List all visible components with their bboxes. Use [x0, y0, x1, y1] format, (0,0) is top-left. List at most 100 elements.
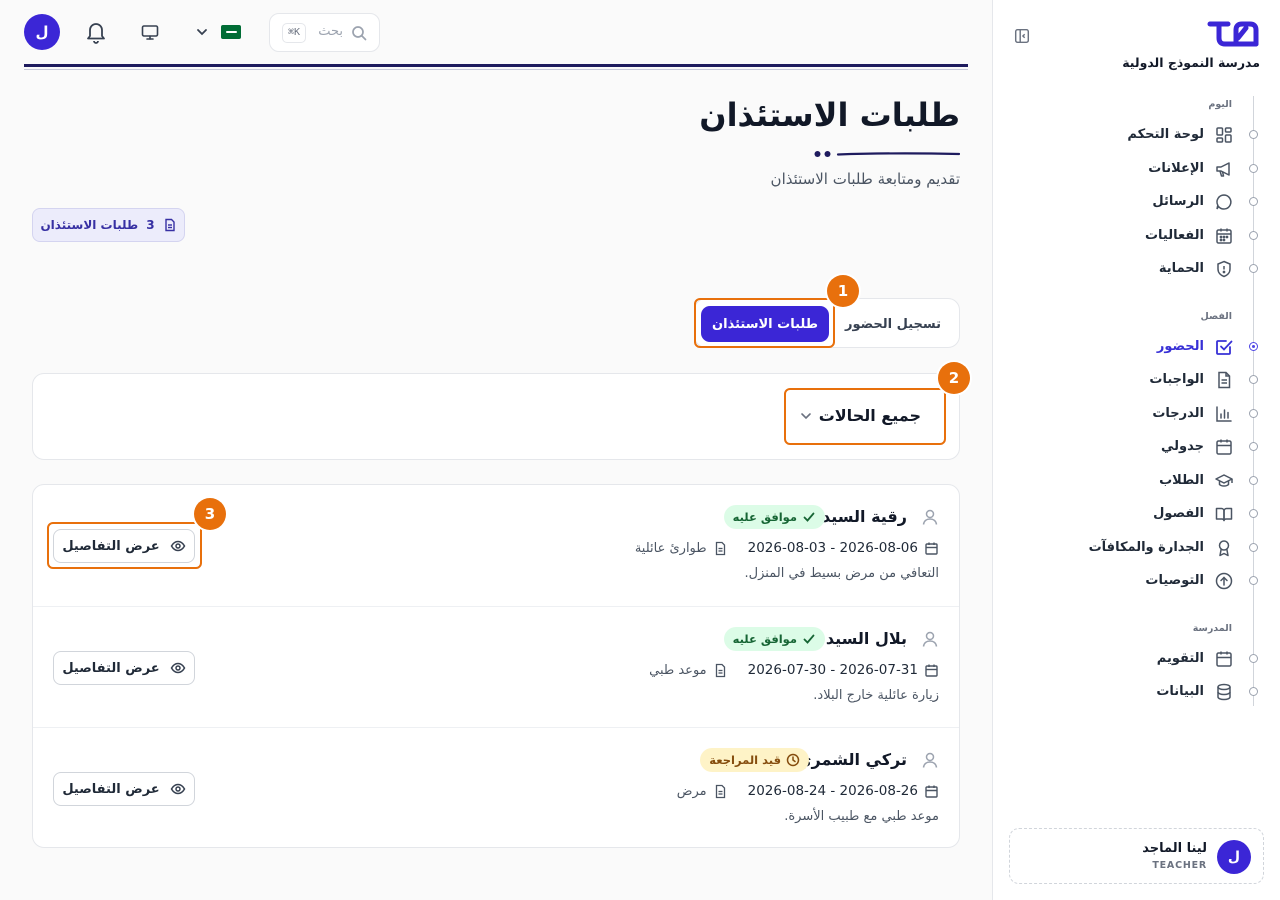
title-underline-decoration	[814, 149, 960, 159]
document-icon	[715, 541, 725, 555]
nav-dot	[1249, 476, 1258, 485]
graduation-cap-icon	[1214, 471, 1234, 491]
sidebar: مدرسة النموذج الدولية اليوم لوحة التحكم …	[992, 0, 1280, 900]
document-icon	[715, 663, 725, 677]
tab-permission-requests[interactable]: طلبات الاستئذان	[701, 306, 829, 342]
sidebar-item-attendance[interactable]: الحضور	[992, 331, 1280, 363]
student-name: بلال السيد	[825, 629, 907, 648]
monitor-icon[interactable]	[140, 22, 160, 42]
view-tabs: تسجيل الحضور طلبات الاستئذان	[694, 298, 960, 348]
request-type: طوارئ عائلية	[634, 540, 707, 556]
nav-dot	[1249, 654, 1258, 663]
permission-requests-list: رقية السيد موافق عليه 2026-08-03 - 2026-…	[32, 484, 960, 848]
eye-icon	[170, 540, 186, 552]
section-label-class: الفصل	[1200, 311, 1232, 322]
search-input[interactable]: بحث K⌘	[269, 13, 380, 52]
sidebar-item-announcements[interactable]: الإعلانات	[992, 153, 1280, 185]
sidebar-item-label: الدرجات	[1152, 406, 1204, 421]
sidebar-item-messages[interactable]: الرسائل	[992, 186, 1280, 218]
calendar-icon	[1214, 437, 1234, 457]
status-filter-value: جميع الحالات	[818, 406, 921, 425]
check-icon	[803, 634, 815, 644]
language-switcher[interactable]	[195, 20, 245, 44]
sidebar-item-label: التوصيات	[1145, 573, 1204, 588]
profile-avatar-button[interactable]: ل	[24, 14, 60, 50]
view-details-button[interactable]: عرض التفاصيل	[53, 772, 195, 806]
sidebar-item-events[interactable]: الفعاليات	[992, 220, 1280, 252]
user-icon	[921, 630, 939, 648]
calendar-icon	[925, 664, 938, 677]
school-logo[interactable]	[1206, 16, 1260, 50]
sidebar-item-label: الفصول	[1153, 506, 1204, 521]
status-badge-label: موافق عليه	[732, 510, 797, 524]
nav-dot	[1249, 375, 1258, 384]
sidebar-item-label: الجدارة والمكافآت	[1088, 540, 1204, 555]
sidebar-item-students[interactable]: الطلاب	[992, 465, 1280, 497]
nav-dot	[1249, 687, 1258, 696]
sidebar-item-homework[interactable]: الواجبات	[992, 364, 1280, 396]
user-icon	[921, 751, 939, 769]
sidebar-item-label: التقويم	[1156, 651, 1204, 666]
sidebar-item-timetable[interactable]: جدولي	[992, 431, 1280, 463]
request-type: مرض	[676, 783, 707, 799]
nav-dot	[1249, 164, 1258, 173]
user-profile-card[interactable]: ل لينا الماجد TEACHER	[1009, 828, 1264, 884]
megaphone-icon	[1214, 159, 1234, 179]
sidebar-item-label: الحماية	[1158, 261, 1204, 276]
search-placeholder: بحث	[318, 24, 343, 39]
chevron-down-icon	[195, 25, 209, 39]
sidebar-item-merits[interactable]: الجدارة والمكافآت	[992, 532, 1280, 564]
document-icon	[1214, 370, 1234, 390]
list-item: بلال السيد موافق عليه 2026-07-30 - 2026-…	[33, 606, 959, 727]
annotation-marker-2: 2	[938, 362, 970, 394]
bell-icon[interactable]	[85, 20, 107, 44]
student-name: تركي الشمري	[796, 750, 907, 769]
document-icon	[163, 218, 177, 232]
shield-icon	[1214, 259, 1234, 279]
nav-dot	[1249, 197, 1258, 206]
requests-count-label: طلبات الاستئذان	[40, 218, 139, 232]
clock-icon	[786, 753, 800, 767]
nav-dot	[1249, 509, 1258, 518]
calendar-icon	[925, 785, 938, 798]
status-badge: موافق عليه	[723, 627, 825, 651]
eye-icon	[170, 783, 186, 795]
sidebar-item-calendar[interactable]: التقويم	[992, 643, 1280, 675]
nav-dot	[1249, 442, 1258, 451]
school-name: مدرسة النموذج الدولية	[1122, 55, 1260, 70]
chat-icon	[1214, 192, 1234, 212]
sidebar-collapse-icon[interactable]	[1013, 27, 1031, 45]
sidebar-item-label: البيانات	[1156, 684, 1204, 699]
sidebar-item-label: الواجبات	[1149, 372, 1204, 387]
section-label-school: المدرسة	[1192, 623, 1232, 634]
tab-attendance[interactable]: تسجيل الحضور	[837, 306, 949, 342]
database-icon	[1214, 682, 1234, 702]
calendar-icon	[1214, 649, 1234, 669]
calendar-grid-icon	[1214, 226, 1234, 246]
sidebar-item-safeguarding[interactable]: الحماية	[992, 253, 1280, 285]
user-icon	[921, 508, 939, 526]
status-filter-select[interactable]: جميع الحالات	[789, 398, 929, 434]
view-details-button[interactable]: عرض التفاصيل	[53, 651, 195, 685]
page-subtitle: تقديم ومتابعة طلبات الاستئذان	[770, 170, 960, 188]
avatar: ل	[1217, 840, 1251, 874]
sidebar-item-recommendations[interactable]: التوصيات	[992, 565, 1280, 597]
calendar-icon	[925, 542, 938, 555]
nav-dot-active	[1249, 342, 1258, 351]
sidebar-item-data[interactable]: البيانات	[992, 676, 1280, 708]
saudi-flag-icon	[221, 25, 241, 39]
sidebar-item-dashboard[interactable]: لوحة التحكم	[992, 119, 1280, 151]
nav-dot	[1249, 231, 1258, 240]
request-meta: 2026-07-30 - 2026-07-31 موعد طبي	[649, 660, 939, 680]
requests-count: 3	[146, 218, 155, 232]
sidebar-item-grades[interactable]: الدرجات	[992, 398, 1280, 430]
requests-count-badge: 3 طلبات الاستئذان	[32, 208, 185, 242]
request-reason: موعد طبي مع طبيب الأسرة.	[784, 809, 939, 824]
request-meta: 2026-08-03 - 2026-08-06 طوارئ عائلية	[635, 538, 939, 558]
search-shortcut: K⌘	[282, 23, 307, 43]
user-name: لينا الماجد	[1142, 841, 1207, 856]
sidebar-item-label: الطلاب	[1159, 473, 1204, 488]
checkbox-icon	[1214, 337, 1234, 357]
sidebar-item-classes[interactable]: الفصول	[992, 498, 1280, 530]
view-details-button[interactable]: عرض التفاصيل	[53, 529, 195, 563]
